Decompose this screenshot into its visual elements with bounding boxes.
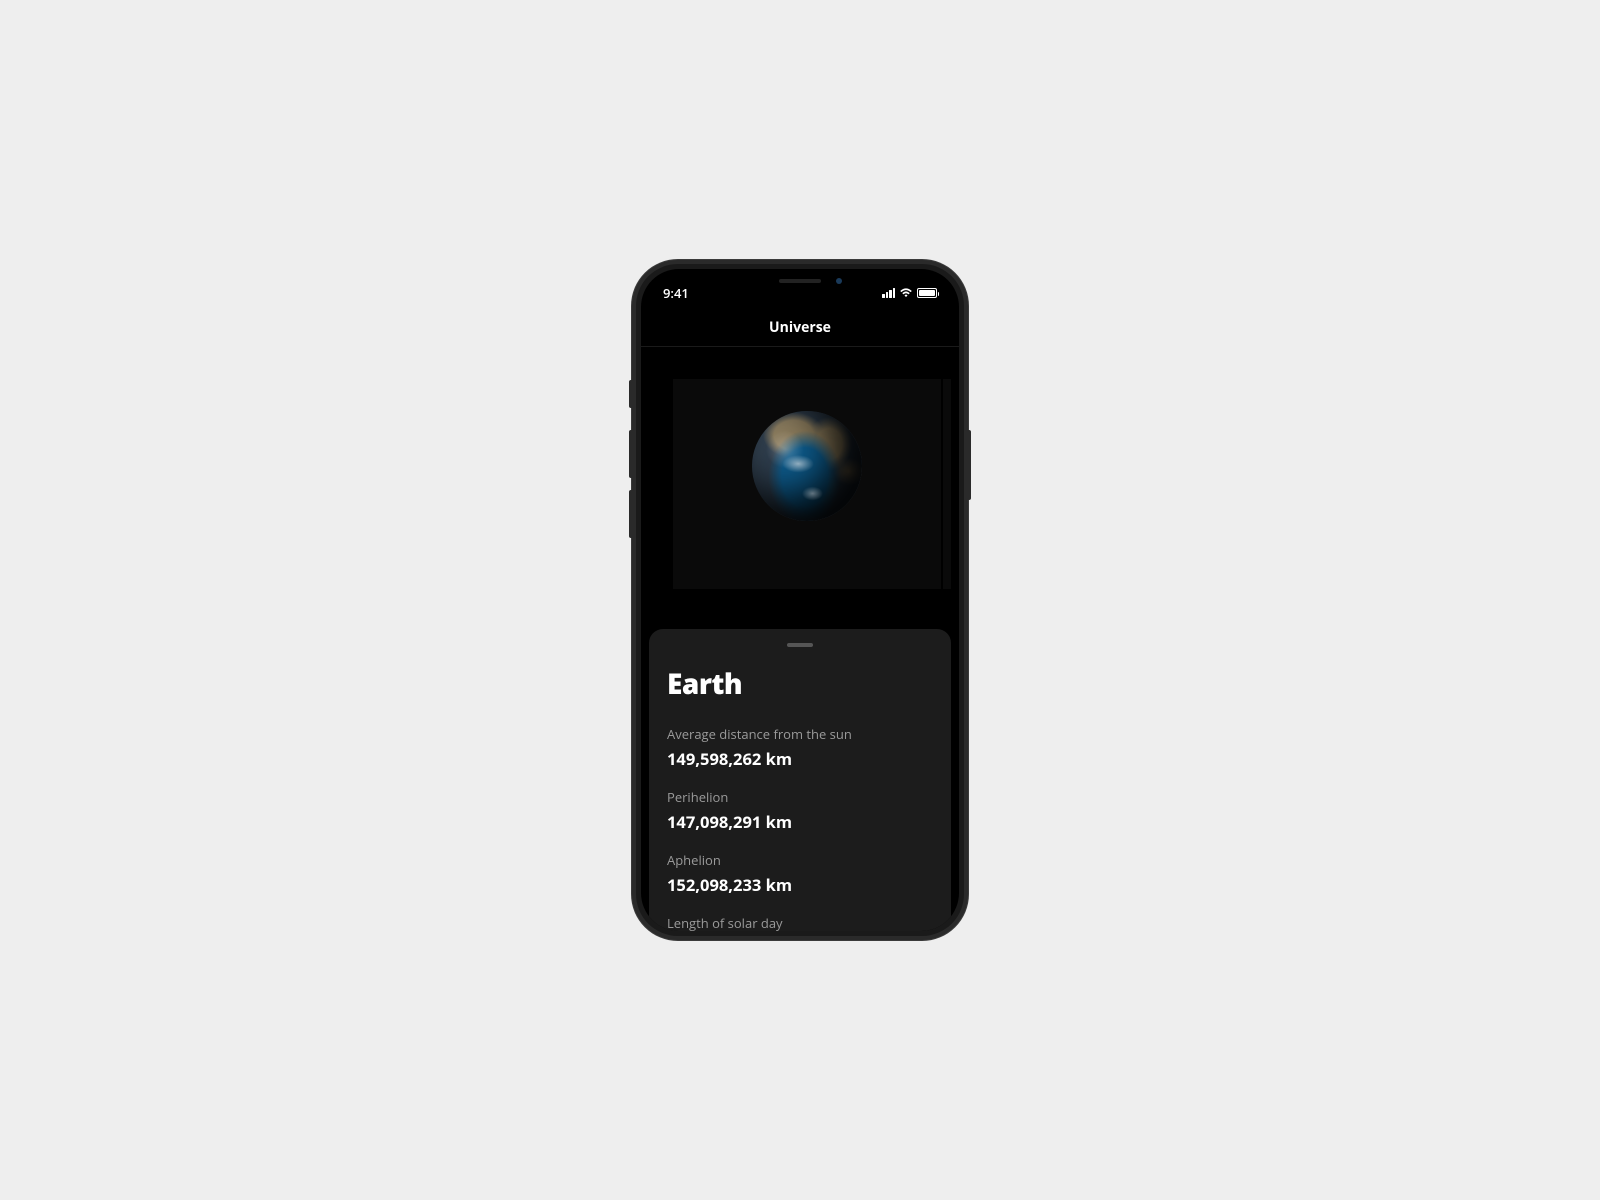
screen: 9:41 Universe E	[641, 269, 959, 931]
notch	[720, 269, 880, 293]
next-planet-peek[interactable]	[943, 379, 951, 589]
volume-down-button	[629, 490, 632, 538]
stat-row: Perihelion 147,098,291 km	[667, 788, 933, 833]
front-camera	[836, 278, 842, 284]
stat-label: Aphelion	[667, 851, 933, 869]
status-time: 9:41	[663, 284, 689, 302]
power-button	[968, 430, 971, 500]
cellular-signal-icon	[882, 288, 895, 298]
wifi-icon	[899, 288, 913, 298]
stat-value: 149,598,262 km	[667, 747, 933, 770]
stat-value: 152,098,233 km	[667, 873, 933, 896]
info-sheet[interactable]: Earth Average distance from the sun 149,…	[649, 629, 951, 931]
planet-name: Earth	[667, 665, 933, 703]
stat-label: Average distance from the sun	[667, 725, 933, 743]
battery-icon	[917, 288, 937, 298]
drag-handle-icon[interactable]	[787, 643, 813, 647]
stat-label: Length of solar day	[667, 914, 933, 931]
stat-label: Perihelion	[667, 788, 933, 806]
stat-value: 147,098,291 km	[667, 810, 933, 833]
stat-row: Average distance from the sun 149,598,26…	[667, 725, 933, 770]
volume-up-button	[629, 430, 632, 478]
earth-planet-icon	[752, 411, 862, 521]
speaker-grill	[779, 279, 821, 283]
stat-row: Length of solar day	[667, 914, 933, 931]
planet-image-area[interactable]	[673, 379, 941, 589]
app-header: Universe	[641, 309, 959, 347]
page-title: Universe	[769, 318, 831, 337]
phone-frame: 9:41 Universe E	[632, 260, 968, 940]
phone-inner-frame: 9:41 Universe E	[636, 264, 964, 936]
status-icons	[882, 288, 937, 298]
stat-row: Aphelion 152,098,233 km	[667, 851, 933, 896]
mute-switch	[629, 380, 632, 408]
